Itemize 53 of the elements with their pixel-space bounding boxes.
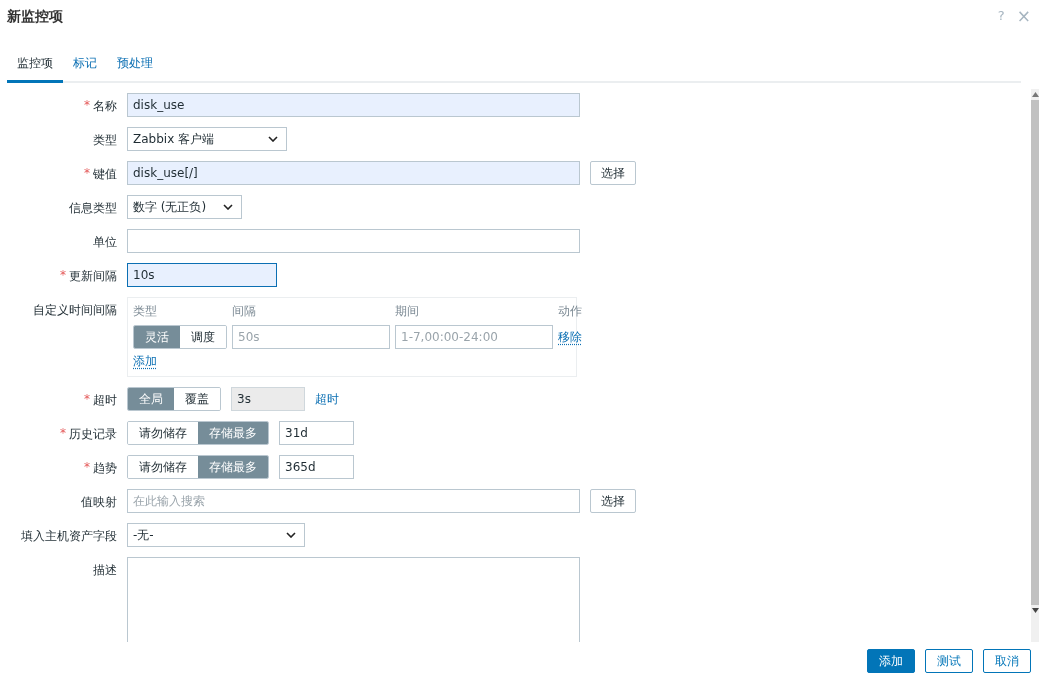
dropdown[interactable]: Zabbix 客户端 (127, 127, 287, 151)
chevron-down-icon (286, 532, 296, 538)
required-asterisk: * (84, 460, 90, 474)
field-label: 自定义时间间隔 (33, 302, 117, 319)
field-label: 类型 (93, 132, 117, 149)
field-label: 键值 (93, 166, 117, 183)
required-asterisk: * (60, 268, 66, 282)
period-field[interactable]: 1-7,00:00-24:00 (395, 325, 553, 349)
tab[interactable]: 监控项 (7, 51, 63, 83)
scrollbar[interactable] (1031, 89, 1039, 642)
field-label: 更新间隔 (69, 268, 117, 285)
select-button[interactable]: 选择 (590, 489, 636, 513)
column-header: 类型 (133, 303, 158, 320)
tab[interactable]: 标记 (63, 51, 107, 83)
field-label: 历史记录 (69, 426, 117, 443)
footer-button[interactable]: 测试 (925, 649, 973, 673)
column-header: 间隔 (232, 303, 257, 320)
add-link[interactable]: 添加 (133, 353, 157, 370)
field-label: 名称 (93, 98, 117, 115)
field-label: 超时 (93, 392, 117, 409)
dialog-title: 新监控项 (7, 8, 63, 26)
field-label: 趋势 (93, 460, 117, 477)
required-asterisk: * (84, 166, 90, 180)
text-field[interactable]: 31d (279, 421, 354, 445)
dropdown[interactable]: 数字 (无正负) (127, 195, 242, 219)
chevron-down-icon (223, 204, 233, 210)
footer-button[interactable]: 取消 (983, 649, 1031, 673)
field-label: 单位 (93, 234, 117, 251)
field-label: 描述 (93, 562, 117, 579)
required-asterisk: * (84, 392, 90, 406)
scroll-down-icon[interactable] (1031, 608, 1039, 613)
text-field[interactable]: 365d (279, 455, 354, 479)
description-field[interactable] (127, 557, 580, 642)
text-field[interactable]: 在此输入搜索 (127, 489, 580, 513)
column-header: 动作 (558, 303, 582, 320)
field-label: 填入主机资产字段 (21, 528, 117, 545)
select-button[interactable]: 选择 (590, 161, 636, 185)
required-asterisk: * (84, 98, 90, 112)
text-field[interactable]: 10s (127, 263, 277, 287)
interval-field[interactable]: 50s (232, 325, 390, 349)
required-asterisk: * (60, 426, 66, 440)
text-field[interactable]: disk_use[/] (127, 161, 580, 185)
scroll-up-icon[interactable] (1031, 92, 1039, 97)
column-header: 期间 (395, 303, 420, 320)
chevron-down-icon (268, 136, 278, 142)
text-field[interactable]: disk_use (127, 93, 580, 117)
remove-link[interactable]: 移除 (558, 328, 582, 346)
field-label: 信息类型 (69, 200, 117, 217)
tab[interactable]: 预处理 (107, 51, 163, 83)
footer-button[interactable]: 添加 (867, 649, 915, 673)
dropdown[interactable]: -无- (127, 523, 305, 547)
field-label: 值映射 (81, 494, 117, 511)
text-field[interactable] (127, 229, 580, 253)
